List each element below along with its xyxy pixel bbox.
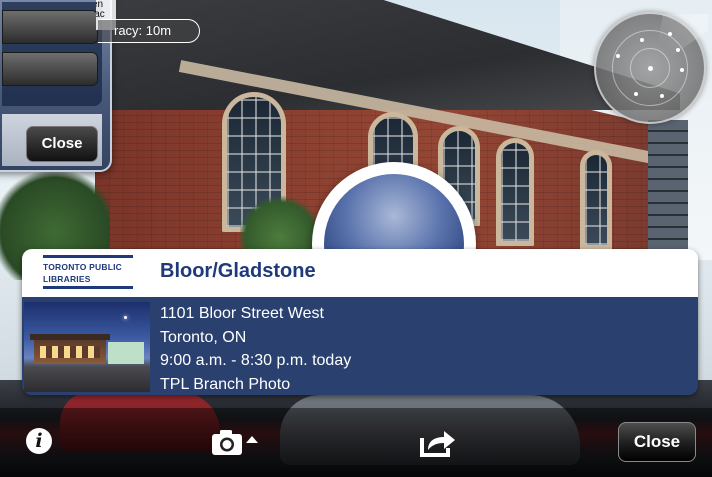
tpl-logo: TORONTO PUBLIC LIBRARIES — [43, 255, 133, 291]
glass-facade — [648, 120, 688, 250]
accuracy-label: racy: 10m — [98, 19, 200, 43]
branch-title: Bloor/Gladstone — [160, 260, 316, 282]
branch-address: 1101 Bloor Street West — [160, 305, 324, 322]
radar[interactable] — [594, 12, 708, 124]
branch-photo-link[interactable]: TPL Branch Photo — [160, 373, 351, 396]
radar-poi-dot — [680, 68, 684, 72]
radar-poi-dot — [668, 32, 672, 36]
branch-hours: 9:00 a.m. - 8:30 p.m. today — [160, 352, 352, 369]
building-window — [580, 150, 612, 250]
card-details: 1101 Bloor Street West Toronto, ON 9:00 … — [22, 297, 698, 395]
card-header: TORONTO PUBLIC LIBRARIES Bloor/Gladstone — [22, 249, 698, 297]
info-icon[interactable]: i — [26, 428, 52, 454]
logo-text-line: TORONTO PUBLIC — [43, 262, 122, 272]
radar-center-dot — [648, 66, 653, 71]
dialog-panel — [2, 2, 102, 106]
bottom-toolbar: i Close — [0, 408, 712, 477]
dialog-option-button[interactable] — [2, 10, 98, 44]
share-icon[interactable] — [418, 426, 458, 458]
camera-icon[interactable] — [210, 427, 262, 457]
radar-poi-dot — [616, 54, 620, 58]
branch-city: Toronto, ON — [160, 328, 247, 346]
radar-poi-dot — [634, 92, 638, 96]
branch-photo-thumbnail[interactable] — [24, 302, 150, 392]
radar-poi-dot — [660, 94, 664, 98]
building-window — [496, 138, 534, 246]
dialog-close-button[interactable]: Close — [26, 126, 98, 162]
radar-poi-dot — [640, 38, 644, 42]
poi-info-card[interactable]: TORONTO PUBLIC LIBRARIES Bloor/Gladstone… — [22, 249, 698, 395]
branch-info: 1101 Bloor Street West Toronto, ON 9:00 … — [160, 302, 351, 395]
dialog-option-button[interactable] — [2, 52, 98, 86]
logo-text-line: LIBRARIES — [43, 274, 91, 284]
close-button[interactable]: Close — [618, 422, 696, 462]
radar-poi-dot — [676, 48, 680, 52]
